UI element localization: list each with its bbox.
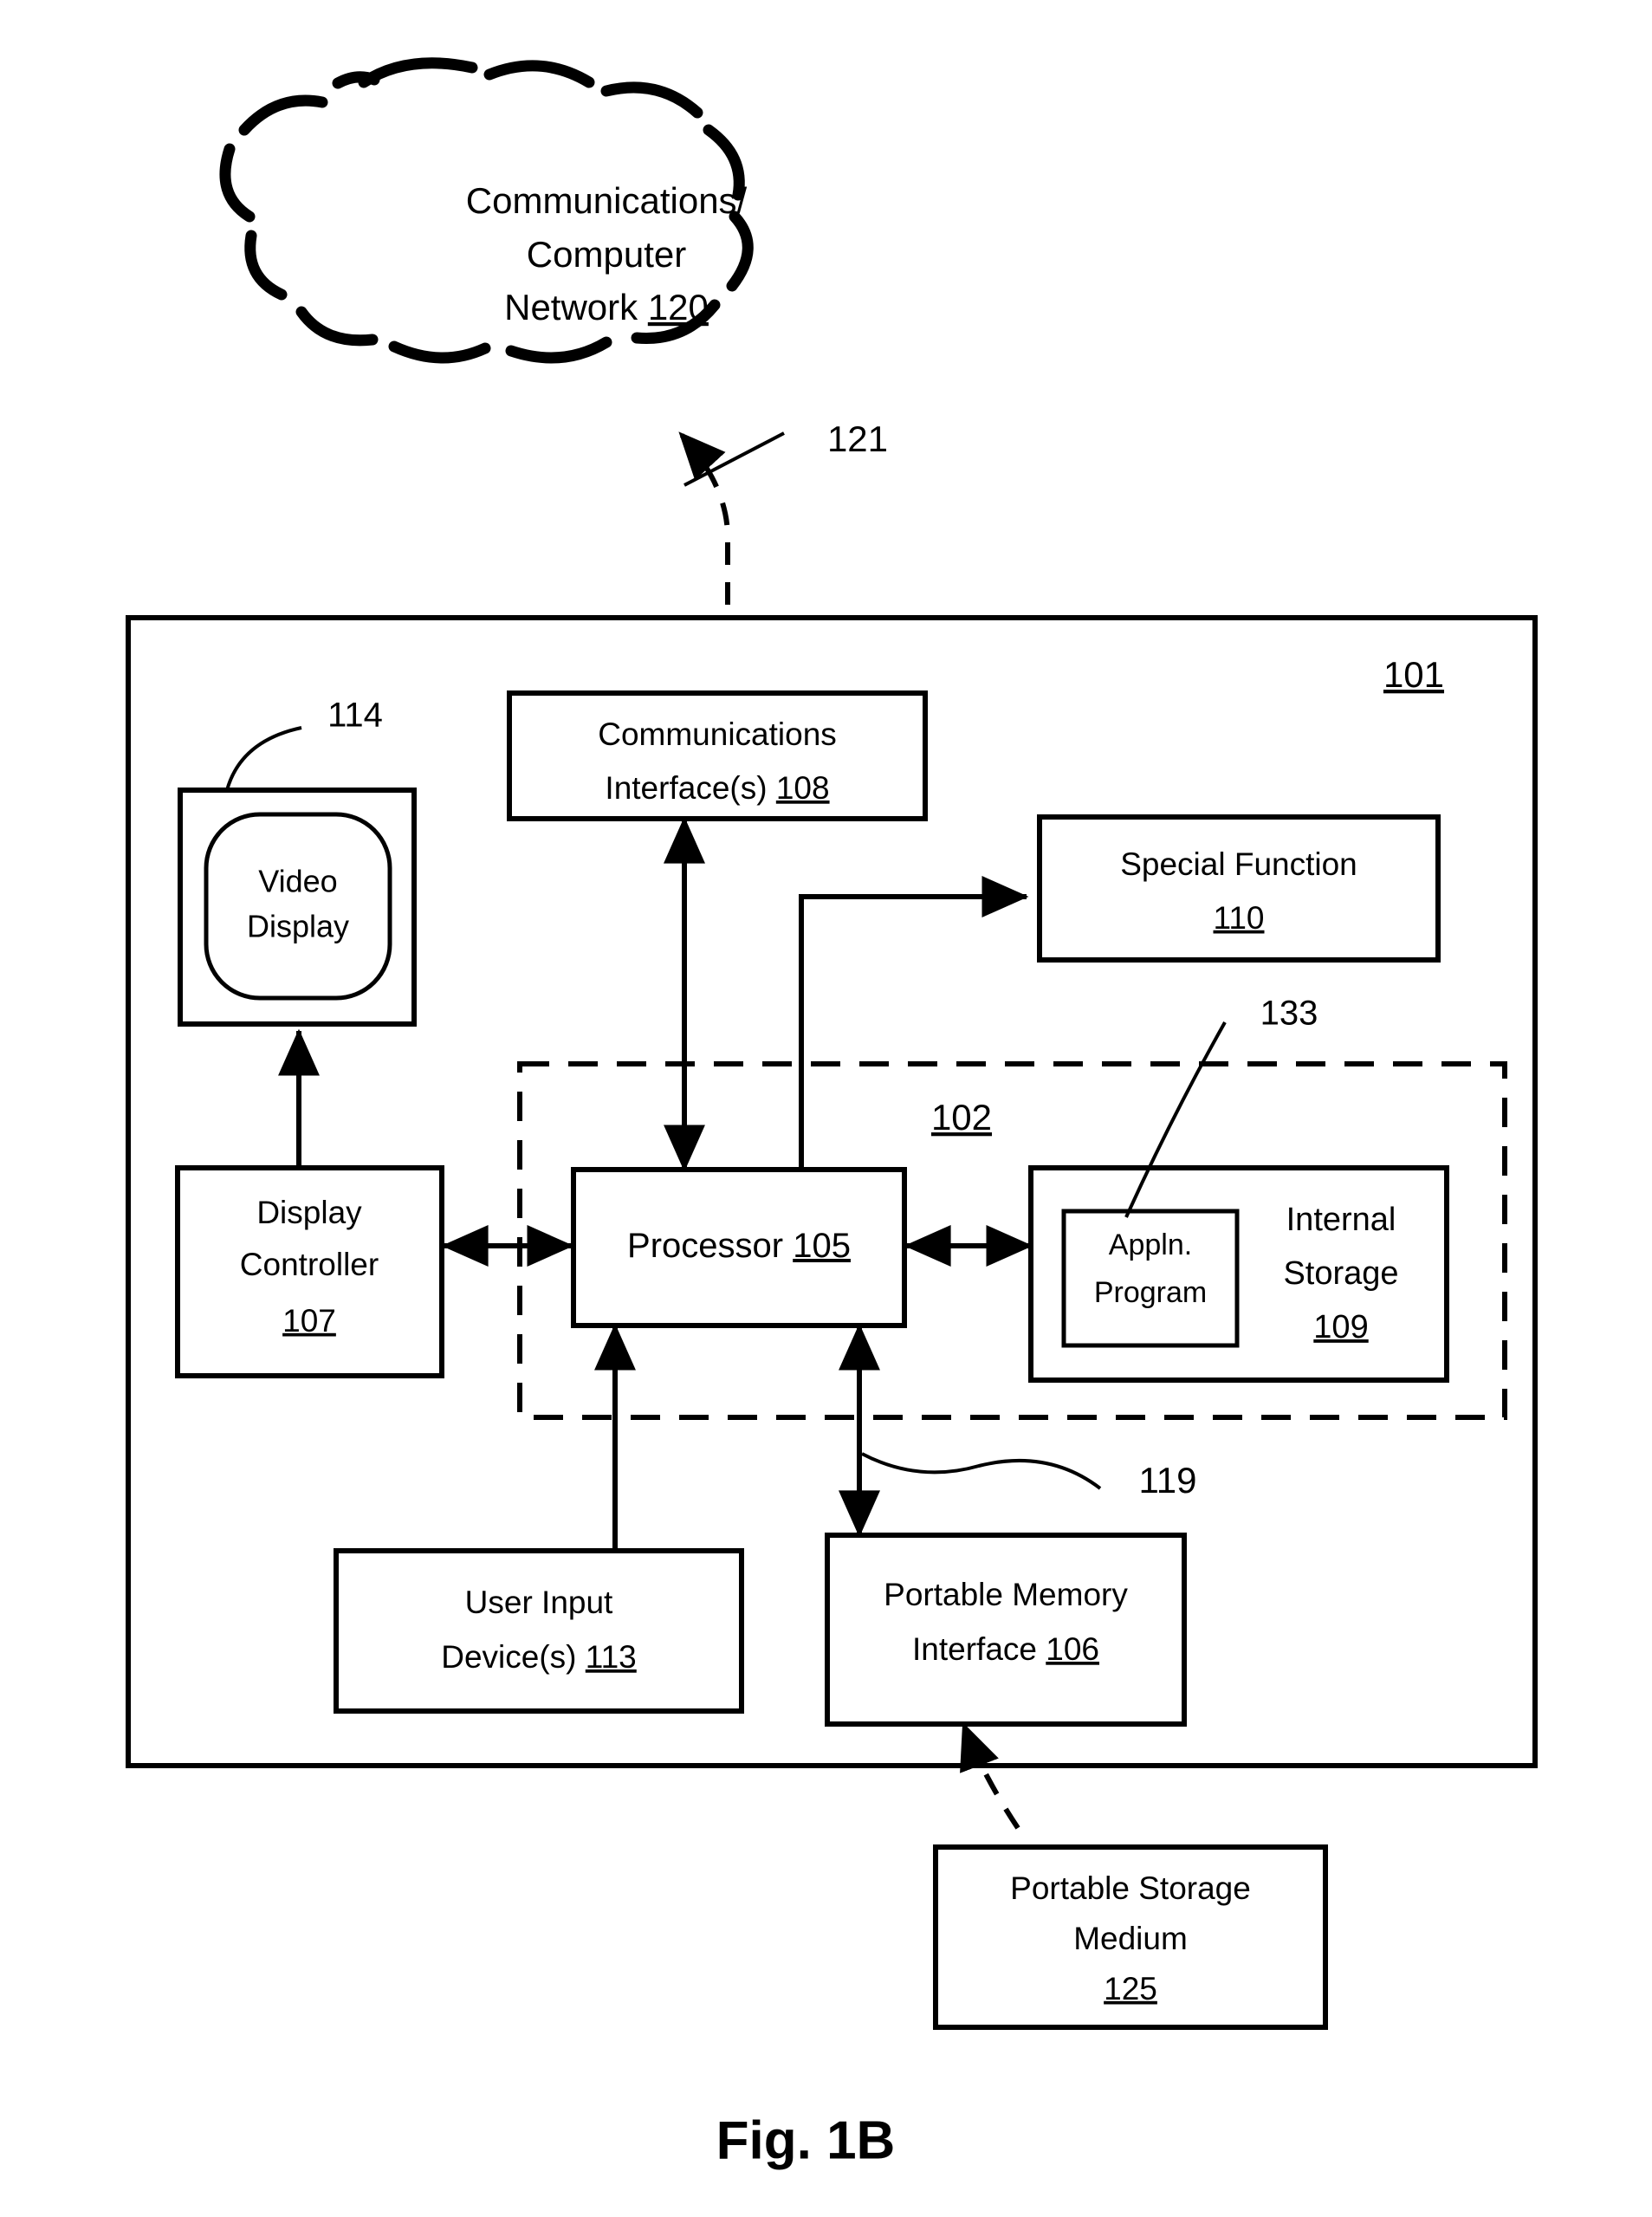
block-communications-interface[interactable]: Communications Interface(s) 108 — [507, 690, 928, 821]
display-controller-line1: Display — [256, 1195, 362, 1230]
portable-storage-ref: 125 — [1104, 1971, 1157, 2006]
ref-119: 119 — [1139, 1460, 1197, 1501]
communications-interface-line1: Communications — [598, 716, 837, 752]
diagram-canvas: Communications Interface(s) 108 Special … — [126, 57, 1538, 2170]
user-input-line2: Device(s) 113 — [441, 1639, 637, 1675]
block-processor[interactable]: Processor 105 — [571, 1167, 907, 1328]
display-controller-line2: Controller — [240, 1247, 379, 1282]
user-input-line1: User Input — [465, 1585, 613, 1620]
portable-memory-if-ref: 106 — [1046, 1631, 1099, 1667]
portable-memory-if-line2: Interface 106 — [912, 1631, 1099, 1667]
internal-storage-line1: Internal — [1286, 1202, 1396, 1238]
block-portable-storage-medium[interactable]: Portable Storage Medium 125 — [933, 1844, 1328, 2030]
cloud-line3-text: Network — [504, 287, 648, 327]
ref-114: 114 — [327, 697, 383, 735]
portable-storage-line2: Medium — [1073, 1921, 1188, 1956]
video-display-screen — [204, 812, 392, 1001]
cloud-line2: Computer — [527, 234, 686, 275]
communications-interface-line2: Interface(s) 108 — [605, 770, 829, 806]
special-function-ref: 110 — [1214, 900, 1265, 936]
user-input-line2-text: Device(s) — [441, 1639, 586, 1675]
cloud-line1: Communications/ — [466, 180, 748, 221]
processor-ref: 105 — [793, 1227, 851, 1265]
portable-storage-line1: Portable Storage — [1010, 1870, 1251, 1906]
ref-102: 102 — [931, 1097, 992, 1138]
special-function-line1: Special Function — [1120, 846, 1357, 882]
video-display-line1: Video — [258, 864, 337, 899]
figure-caption: Fig. 1B — [716, 2110, 896, 2170]
ref-133: 133 — [1260, 995, 1318, 1033]
block-portable-memory-interface[interactable]: Portable Memory Interface 106 — [825, 1533, 1187, 1727]
ref-121: 121 — [827, 418, 888, 459]
processor-label-text: Processor — [627, 1227, 793, 1265]
display-controller-ref: 107 — [282, 1303, 336, 1339]
block-video-display[interactable]: Video Display — [178, 788, 417, 1027]
cloud-line3: Network 120 — [504, 287, 709, 327]
communications-interface-line2-text: Interface(s) — [605, 770, 775, 806]
block-appln-program[interactable]: Appln. Program — [1061, 1209, 1240, 1348]
appln-program-line1: Appln. — [1109, 1228, 1192, 1261]
internal-storage-ref: 109 — [1313, 1309, 1368, 1345]
communications-interface-ref: 108 — [776, 770, 830, 806]
ref-101: 101 — [1383, 654, 1444, 695]
user-input-ref: 113 — [586, 1639, 637, 1675]
block-special-function[interactable]: Special Function 110 — [1037, 814, 1441, 963]
cloud-ref: 120 — [648, 287, 709, 327]
patent-figure-1b: Communications Interface(s) 108 Special … — [0, 0, 1652, 2217]
video-display-line2: Display — [247, 909, 349, 944]
block-user-input-device[interactable]: User Input Device(s) 113 — [334, 1548, 744, 1714]
processor-label: Processor 105 — [627, 1227, 851, 1265]
internal-storage-line2: Storage — [1283, 1255, 1398, 1292]
block-display-controller[interactable]: Display Controller 107 — [175, 1165, 444, 1378]
portable-memory-if-line1: Portable Memory — [884, 1577, 1128, 1612]
portable-memory-if-line2-text: Interface — [912, 1631, 1046, 1667]
appln-program-line2: Program — [1094, 1276, 1207, 1309]
